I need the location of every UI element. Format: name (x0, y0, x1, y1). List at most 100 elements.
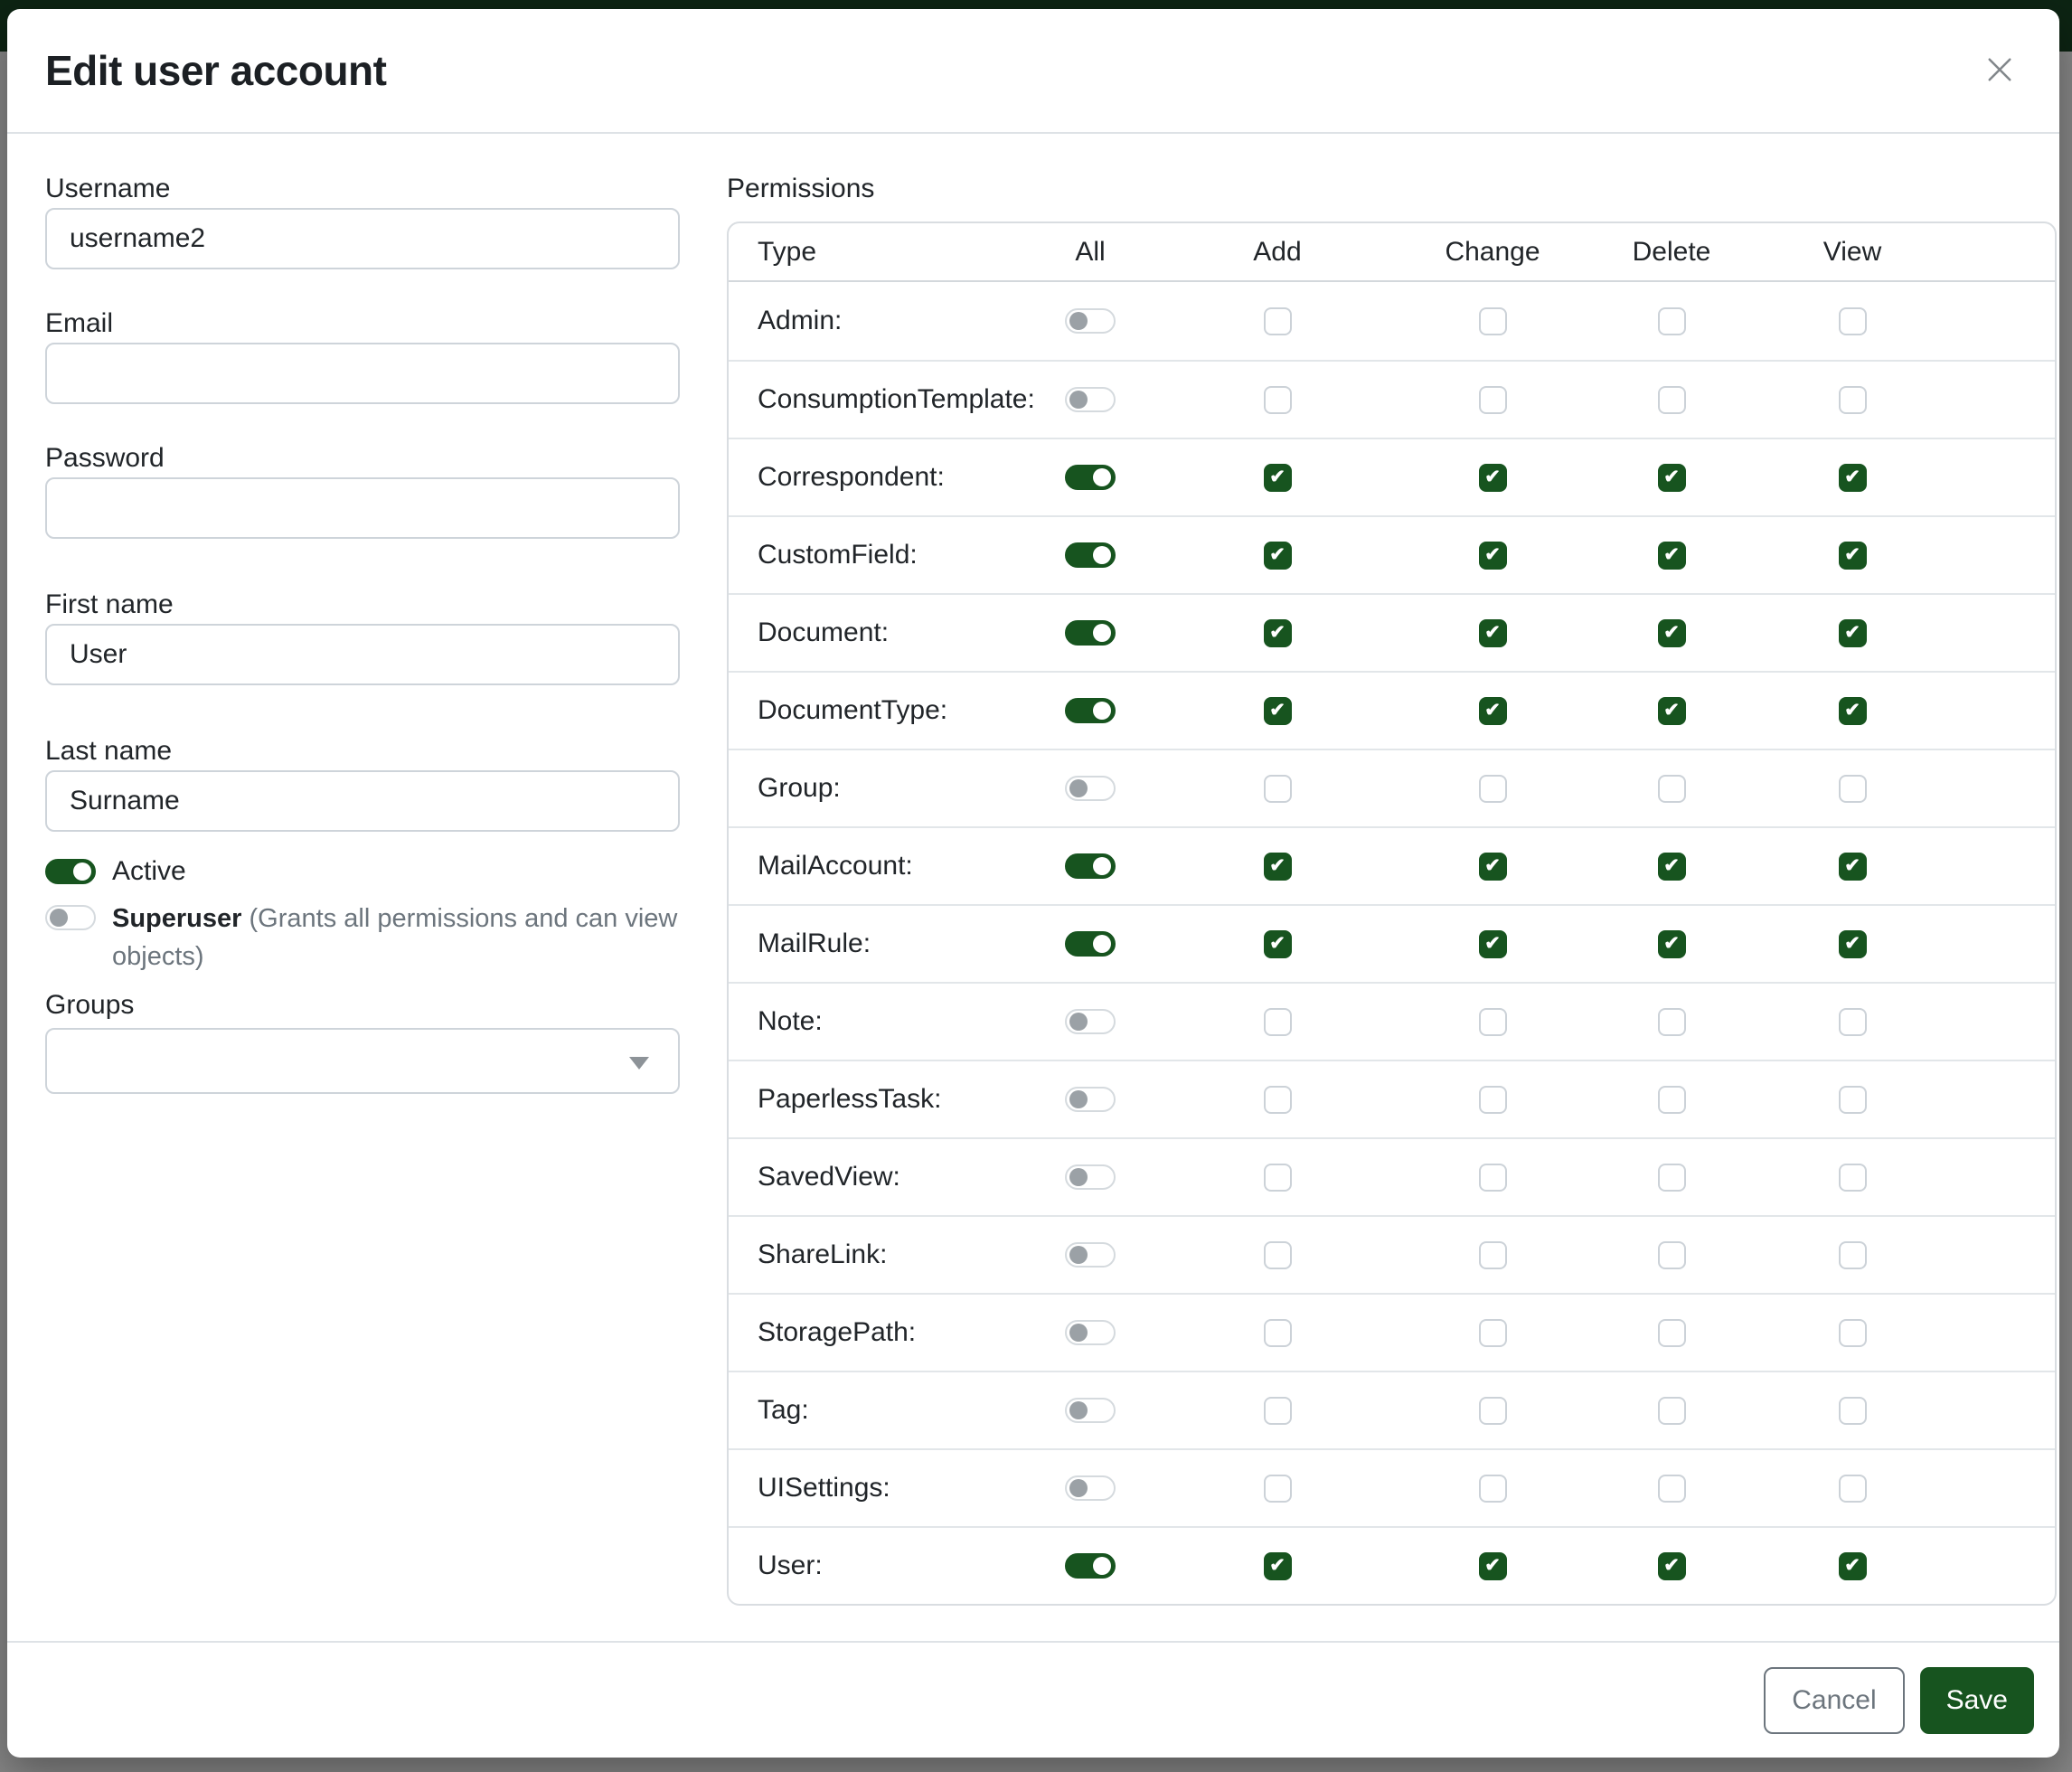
permission-view-checkbox[interactable]: ✔ (1839, 697, 1867, 725)
permission-delete-checkbox[interactable]: ✔ (1658, 930, 1686, 958)
password-input[interactable] (45, 477, 680, 539)
permission-add-checkbox[interactable] (1264, 307, 1292, 335)
permission-add-checkbox[interactable]: ✔ (1264, 697, 1292, 725)
cancel-button[interactable]: Cancel (1764, 1667, 1904, 1734)
permission-add-checkbox[interactable] (1264, 775, 1292, 803)
permission-delete-checkbox[interactable] (1658, 1397, 1686, 1425)
permission-change-checkbox[interactable] (1479, 1319, 1507, 1347)
email-input[interactable] (45, 343, 680, 404)
password-label: Password (45, 443, 682, 474)
permission-delete-checkbox[interactable]: ✔ (1658, 542, 1686, 570)
permission-delete-checkbox[interactable]: ✔ (1658, 619, 1686, 647)
permission-change-checkbox[interactable]: ✔ (1479, 464, 1507, 492)
save-button[interactable]: Save (1920, 1667, 2034, 1734)
permission-change-checkbox[interactable] (1479, 1086, 1507, 1114)
permission-all-toggle[interactable] (1065, 1553, 1116, 1579)
close-button[interactable] (1980, 51, 2020, 90)
permission-add-checkbox[interactable]: ✔ (1264, 853, 1292, 881)
permission-change-checkbox[interactable]: ✔ (1479, 697, 1507, 725)
permission-view-checkbox[interactable]: ✔ (1839, 464, 1867, 492)
permission-view-checkbox[interactable]: ✔ (1839, 853, 1867, 881)
permission-delete-checkbox[interactable] (1658, 1086, 1686, 1114)
permission-all-toggle[interactable] (1065, 853, 1116, 879)
permission-view-checkbox[interactable] (1839, 775, 1867, 803)
permission-change-checkbox[interactable]: ✔ (1479, 619, 1507, 647)
permission-view-checkbox[interactable] (1839, 1319, 1867, 1347)
permission-all-toggle[interactable] (1065, 465, 1116, 490)
permission-all-toggle[interactable] (1065, 1398, 1116, 1423)
permission-view-checkbox[interactable] (1839, 1164, 1867, 1192)
permission-view-checkbox[interactable] (1839, 1086, 1867, 1114)
permission-view-checkbox[interactable] (1839, 1008, 1867, 1036)
permission-add-checkbox[interactable]: ✔ (1264, 1552, 1292, 1580)
permission-all-toggle[interactable] (1065, 620, 1116, 646)
permission-view-checkbox[interactable]: ✔ (1839, 930, 1867, 958)
permission-delete-checkbox[interactable] (1658, 307, 1686, 335)
permission-add-checkbox[interactable] (1264, 1397, 1292, 1425)
permission-change-checkbox[interactable] (1479, 1008, 1507, 1036)
last-name-input[interactable] (45, 770, 680, 832)
permission-view-checkbox[interactable]: ✔ (1839, 619, 1867, 647)
permission-add-checkbox[interactable]: ✔ (1264, 464, 1292, 492)
permission-delete-checkbox[interactable] (1658, 1319, 1686, 1347)
permission-delete-checkbox[interactable] (1658, 386, 1686, 414)
permission-all-toggle[interactable] (1065, 308, 1116, 334)
permission-delete-checkbox[interactable] (1658, 1475, 1686, 1503)
permission-view-checkbox[interactable]: ✔ (1839, 542, 1867, 570)
permission-delete-checkbox[interactable] (1658, 775, 1686, 803)
permission-row: User:✔✔✔✔ (729, 1526, 2055, 1604)
permission-all-toggle[interactable] (1065, 387, 1116, 412)
permission-all-toggle[interactable] (1065, 776, 1116, 801)
permission-change-checkbox[interactable] (1479, 1397, 1507, 1425)
permission-view-checkbox[interactable] (1839, 1475, 1867, 1503)
permission-all-toggle[interactable] (1065, 1320, 1116, 1345)
permission-view-checkbox[interactable] (1839, 386, 1867, 414)
permission-add-checkbox[interactable] (1264, 1008, 1292, 1036)
permission-all-toggle[interactable] (1065, 1164, 1116, 1190)
permission-change-checkbox[interactable] (1479, 1475, 1507, 1503)
permission-change-checkbox[interactable] (1479, 307, 1507, 335)
permission-view-checkbox[interactable]: ✔ (1839, 1552, 1867, 1580)
permission-add-checkbox[interactable] (1264, 1086, 1292, 1114)
first-name-input[interactable] (45, 624, 680, 685)
permission-add-checkbox[interactable] (1264, 1319, 1292, 1347)
permission-add-checkbox[interactable]: ✔ (1264, 930, 1292, 958)
permission-change-checkbox[interactable]: ✔ (1479, 542, 1507, 570)
permission-all-toggle[interactable] (1065, 542, 1116, 568)
permission-add-checkbox[interactable] (1264, 1241, 1292, 1269)
permission-add-checkbox[interactable] (1264, 1164, 1292, 1192)
permission-delete-checkbox[interactable]: ✔ (1658, 853, 1686, 881)
permission-add-checkbox[interactable] (1264, 386, 1292, 414)
permission-view-checkbox[interactable] (1839, 307, 1867, 335)
permission-all-toggle[interactable] (1065, 1009, 1116, 1034)
permission-all-toggle[interactable] (1065, 1087, 1116, 1112)
permission-all-toggle[interactable] (1065, 931, 1116, 957)
permission-change-checkbox[interactable]: ✔ (1479, 930, 1507, 958)
permission-change-checkbox[interactable] (1479, 386, 1507, 414)
permission-row: Note: (729, 982, 2055, 1060)
permission-add-checkbox[interactable]: ✔ (1264, 619, 1292, 647)
superuser-toggle[interactable] (45, 905, 96, 930)
superuser-toggle-row: Superuser (Grants all permissions and ca… (45, 905, 682, 976)
permission-all-toggle[interactable] (1065, 1242, 1116, 1268)
permission-change-checkbox[interactable] (1479, 1241, 1507, 1269)
permission-delete-checkbox[interactable]: ✔ (1658, 1552, 1686, 1580)
permission-delete-checkbox[interactable] (1658, 1008, 1686, 1036)
permission-view-checkbox[interactable] (1839, 1397, 1867, 1425)
permission-change-checkbox[interactable]: ✔ (1479, 1552, 1507, 1580)
username-input[interactable] (45, 208, 680, 269)
permission-change-checkbox[interactable]: ✔ (1479, 853, 1507, 881)
permission-change-checkbox[interactable] (1479, 775, 1507, 803)
groups-select[interactable] (45, 1028, 680, 1094)
permission-delete-checkbox[interactable] (1658, 1164, 1686, 1192)
permission-all-toggle[interactable] (1065, 698, 1116, 723)
permission-delete-checkbox[interactable] (1658, 1241, 1686, 1269)
permission-delete-checkbox[interactable]: ✔ (1658, 464, 1686, 492)
permission-add-checkbox[interactable]: ✔ (1264, 542, 1292, 570)
permission-change-checkbox[interactable] (1479, 1164, 1507, 1192)
permission-view-checkbox[interactable] (1839, 1241, 1867, 1269)
active-toggle[interactable] (45, 859, 96, 884)
permission-add-checkbox[interactable] (1264, 1475, 1292, 1503)
permission-delete-checkbox[interactable]: ✔ (1658, 697, 1686, 725)
permission-all-toggle[interactable] (1065, 1475, 1116, 1501)
